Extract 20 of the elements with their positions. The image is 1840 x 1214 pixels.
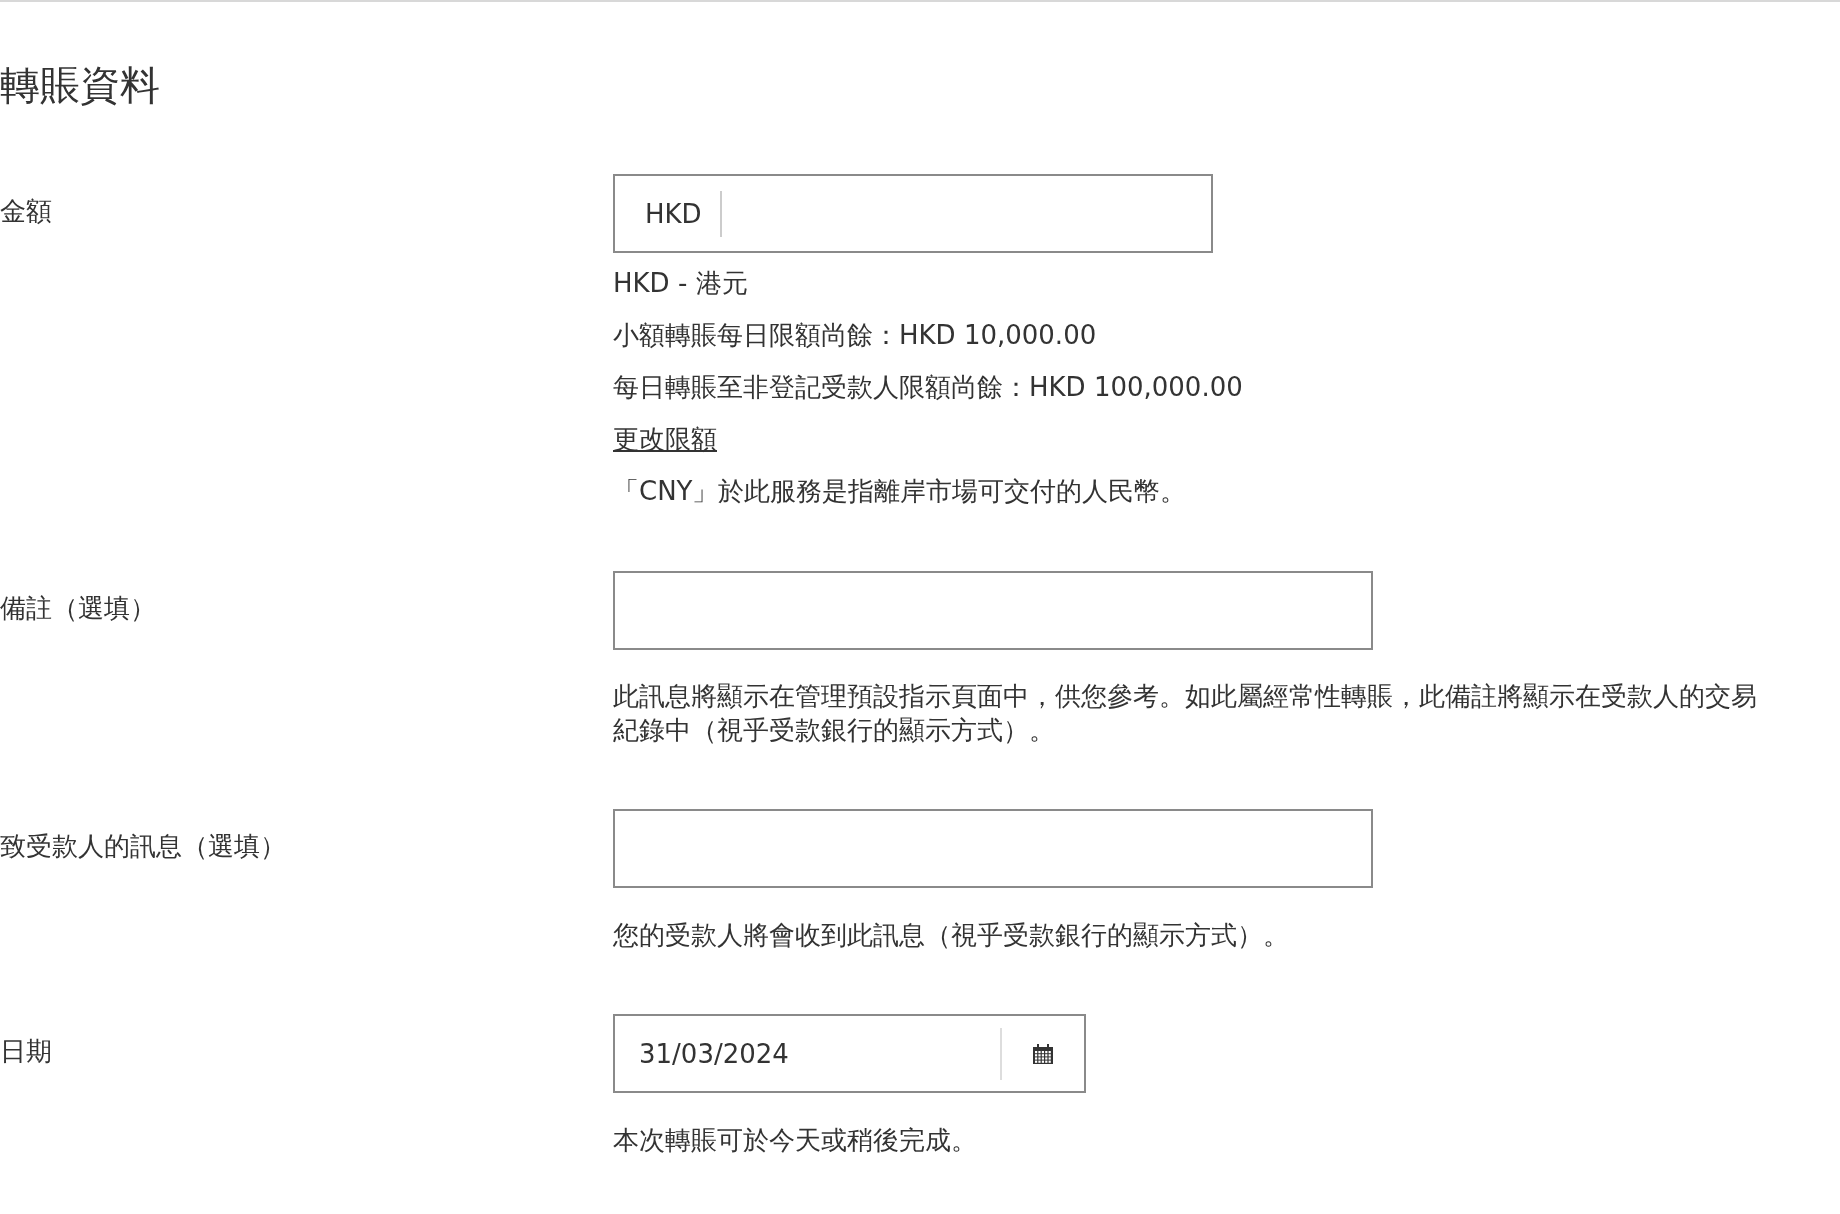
field-label: 備註（選填） <box>0 592 157 625</box>
help-text: 本次轉賬可於今天或稍後完成。 <box>613 1124 978 1157</box>
date-input[interactable]: 31/03/2024 <box>637 1037 1000 1070</box>
change-limit-link[interactable]: 更改限額 <box>613 421 717 457</box>
field-label: 致受款人的訊息（選填） <box>0 830 287 863</box>
amount-field[interactable]: HKD <box>613 174 1213 253</box>
currency-prefix: HKD <box>615 190 722 237</box>
limit-note: 每日轉賬至非登記受款人限額尚餘：HKD 100,000.00 <box>613 371 1243 404</box>
field-label: 日期 <box>0 1035 53 1068</box>
help-text: 您的受款人將會收到此訊息（視乎受款銀行的顯示方式）。 <box>613 919 1290 952</box>
calendar-icon <box>1032 1042 1054 1065</box>
message-field[interactable] <box>613 809 1373 888</box>
help-text: 此訊息將顯示在管理預設指示頁面中，供您參考。如此屬經常性轉賬，此備註將顯示在受款人的交易紀錄中（視乎受款銀行的顯示方式）。 <box>613 680 1758 747</box>
field-label: 金額 <box>0 195 53 228</box>
memo-field[interactable] <box>613 571 1373 650</box>
limit-note: HKD - 港元 <box>613 267 748 300</box>
limit-note: 「CNY」於此服務是指離岸市場可交付的人民幣。 <box>613 475 1187 508</box>
limit-note: 小額轉賬每日限額尚餘：HKD 10,000.00 <box>613 319 1097 352</box>
date-field[interactable]: 31/03/2024 <box>613 1014 1086 1093</box>
section-title: 轉賬資料 <box>0 61 161 110</box>
